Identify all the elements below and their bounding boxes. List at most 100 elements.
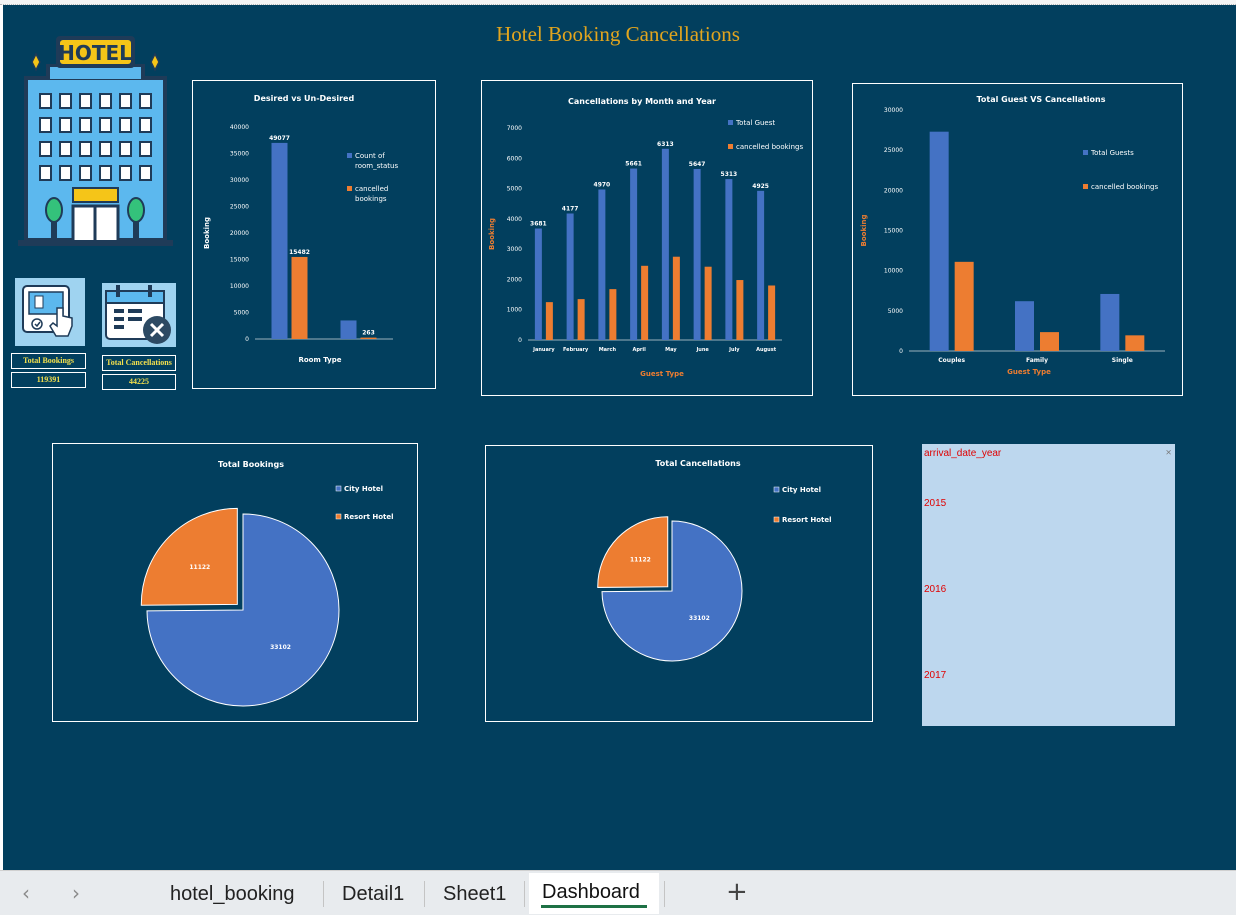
legend-swatch bbox=[773, 516, 780, 523]
hotel-window bbox=[59, 117, 72, 133]
bar-blue bbox=[757, 190, 765, 340]
hotel-window bbox=[99, 165, 112, 181]
x-tick-label: Couples bbox=[938, 357, 965, 364]
legend-swatch bbox=[773, 486, 780, 493]
hotel-window bbox=[39, 117, 52, 133]
year-slicer[interactable]: arrival_date_year ⨯ 2015 2016 2017 bbox=[922, 444, 1175, 726]
chart-total-cancellations-pie[interactable]: Total Cancellations 33102 11122 City Hotel R… bbox=[485, 445, 873, 722]
hotel-window bbox=[99, 93, 112, 109]
chart-title: Total Bookings bbox=[218, 460, 284, 469]
scroll-left-icon[interactable]: ‹ bbox=[22, 881, 30, 905]
y-tick-label: 0 bbox=[899, 348, 903, 355]
chart-total-bookings-pie[interactable]: Total Bookings 33102 11122 City Hotel Resort… bbox=[52, 443, 418, 722]
bar-blue bbox=[340, 320, 357, 339]
hotel-window bbox=[139, 165, 152, 181]
slicer-header: arrival_date_year bbox=[924, 448, 1002, 459]
data-label: 4925 bbox=[752, 183, 769, 190]
calendar-cancel-icon bbox=[102, 283, 176, 347]
hotel-window bbox=[139, 141, 152, 157]
y-tick-label: 5000 bbox=[507, 186, 522, 193]
data-label: 263 bbox=[362, 330, 375, 337]
clear-filter-icon[interactable]: ⨯ bbox=[1165, 448, 1172, 457]
tab-separator bbox=[323, 881, 324, 907]
slicer-item-2017[interactable]: 2017 bbox=[924, 670, 946, 681]
bar-orange bbox=[291, 256, 308, 339]
chart-title: Cancellations by Month and Year bbox=[568, 97, 716, 106]
data-label: 3681 bbox=[530, 221, 547, 228]
y-tick-label: 2000 bbox=[507, 276, 522, 283]
scroll-right-icon[interactable]: › bbox=[72, 881, 80, 905]
legend-swatch bbox=[1083, 184, 1088, 189]
chart-title: Total Guest VS Cancellations bbox=[977, 95, 1106, 104]
tab-separator bbox=[524, 881, 525, 907]
booking-tablet-icon bbox=[15, 278, 85, 346]
pie-slice-resort-hotel bbox=[597, 516, 669, 588]
y-tick-label: 15000 bbox=[884, 228, 903, 235]
pie-slice-resort-hotel bbox=[140, 507, 238, 606]
legend-swatch bbox=[1083, 150, 1088, 155]
bar-blue bbox=[566, 213, 574, 340]
legend-label: bookings bbox=[355, 195, 387, 203]
y-tick-label: 20000 bbox=[884, 187, 903, 194]
legend-swatch bbox=[728, 120, 733, 125]
bar-orange bbox=[1125, 335, 1145, 351]
bar-blue bbox=[630, 168, 638, 340]
y-tick-label: 0 bbox=[245, 336, 249, 343]
hotel-window bbox=[139, 117, 152, 133]
data-label: 11122 bbox=[189, 564, 210, 571]
y-axis-label: Booking bbox=[860, 214, 868, 246]
legend-label: Resort Hotel bbox=[344, 513, 394, 521]
hotel-icon: HOTEL bbox=[18, 36, 173, 246]
bar-orange bbox=[1040, 332, 1059, 351]
bar-blue bbox=[661, 148, 669, 340]
x-tick-label: May bbox=[665, 347, 677, 353]
y-tick-label: 3000 bbox=[507, 246, 522, 253]
add-sheet-button[interactable]: + bbox=[726, 877, 748, 907]
x-tick-label: January bbox=[532, 347, 555, 353]
x-tick-label: Single bbox=[1112, 357, 1133, 364]
x-tick-label: March bbox=[599, 347, 617, 353]
bar-orange bbox=[736, 280, 744, 340]
y-tick-label: 25000 bbox=[884, 147, 903, 154]
slicer-item-2015[interactable]: 2015 bbox=[924, 498, 946, 509]
x-tick-label: February bbox=[563, 347, 589, 353]
sheet-tab-bar: ‹ › hotel_booking Detail1 Sheet1 Dashboa… bbox=[0, 870, 1236, 915]
bar-orange bbox=[768, 285, 776, 340]
legend-label: City Hotel bbox=[344, 485, 383, 493]
tab-hotel-booking[interactable]: hotel_booking bbox=[170, 883, 295, 906]
data-label: 33102 bbox=[270, 644, 291, 651]
bar-blue bbox=[693, 168, 701, 340]
hotel-sign-text: HOTEL bbox=[58, 41, 132, 65]
hotel-window bbox=[39, 141, 52, 157]
tab-sheet1[interactable]: Sheet1 bbox=[443, 883, 506, 906]
legend-label: cancelled bbox=[355, 185, 388, 193]
chart-cancellations-by-month[interactable]: Cancellations by Month and Year 0 1000 2000… bbox=[481, 80, 813, 396]
hotel-window bbox=[79, 141, 92, 157]
hotel-window bbox=[119, 93, 132, 109]
bar-orange bbox=[641, 265, 649, 340]
bar-blue bbox=[1015, 301, 1034, 351]
legend-swatch bbox=[335, 485, 342, 492]
y-tick-label: 40000 bbox=[230, 124, 249, 131]
data-label: 6313 bbox=[657, 141, 674, 148]
y-tick-label: 0 bbox=[518, 337, 522, 344]
hotel-window bbox=[39, 165, 52, 181]
y-tick-label: 30000 bbox=[884, 107, 903, 114]
tab-dashboard[interactable]: Dashboard bbox=[529, 873, 659, 914]
tab-detail1[interactable]: Detail1 bbox=[342, 883, 404, 906]
legend-label: Count of bbox=[355, 152, 385, 160]
hotel-window bbox=[59, 93, 72, 109]
chart-desired-vs-undesired[interactable]: Desired vs Un-Desired 0 5000 10000 15000 2000… bbox=[192, 80, 436, 389]
y-tick-label: 10000 bbox=[230, 283, 249, 290]
data-label: 15482 bbox=[289, 249, 310, 256]
legend-label: City Hotel bbox=[782, 486, 821, 494]
hotel-window bbox=[39, 93, 52, 109]
y-tick-label: 35000 bbox=[230, 151, 249, 158]
y-tick-label: 4000 bbox=[507, 216, 522, 223]
x-axis-label: Guest Type bbox=[640, 370, 684, 378]
chart-guest-vs-cancellations[interactable]: Total Guest VS Cancellations 0 5000 10000 15… bbox=[852, 83, 1183, 396]
data-label: 5661 bbox=[625, 161, 642, 168]
slicer-item-2016[interactable]: 2016 bbox=[924, 584, 946, 595]
data-label: 4970 bbox=[594, 181, 611, 188]
bar-orange bbox=[545, 302, 553, 340]
